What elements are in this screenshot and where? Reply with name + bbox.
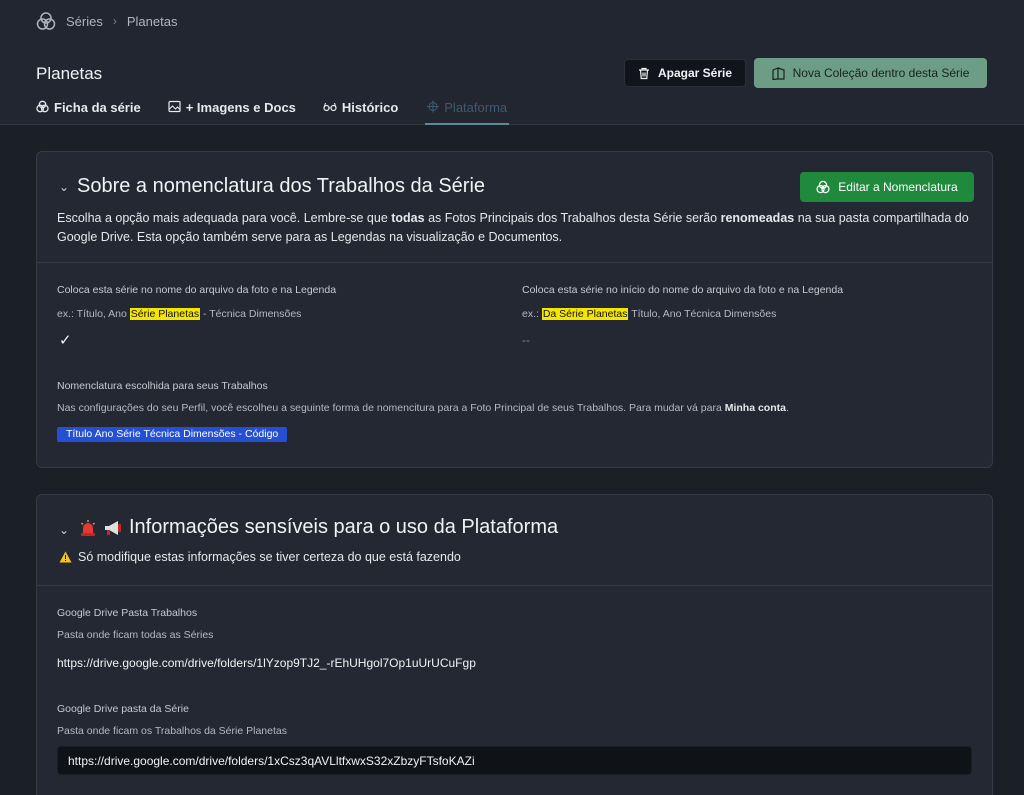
breadcrumb-separator-icon: ›: [112, 14, 117, 28]
page-title: Planetas: [36, 64, 103, 83]
series-logo-icon[interactable]: [36, 11, 56, 31]
tab-images-docs[interactable]: + Imagens e Docs: [168, 100, 296, 125]
collection-icon: [772, 66, 785, 80]
sensitive-card-header: ⌄ Informações sensíveis para o uso da Pl…: [37, 495, 992, 586]
breadcrumb-root-link[interactable]: Séries: [66, 14, 103, 29]
sensitive-info-card: ⌄ Informações sensíveis para o uso da Pl…: [36, 494, 993, 795]
tab-bar: Ficha da série + Imagens e Docs Históric…: [36, 100, 536, 125]
nomenclature-title: Sobre a nomenclatura dos Trabalhos da Sé…: [77, 175, 486, 197]
tab-label: + Imagens e Docs: [185, 100, 296, 115]
drive-series-folder-label: Google Drive pasta da Série: [57, 703, 189, 715]
megaphone-icon: [103, 519, 123, 537]
my-account-link[interactable]: Minha conta: [725, 402, 786, 414]
crosshair-icon: [427, 100, 440, 113]
drive-works-folder-sub: Pasta onde ficam todas as Séries: [57, 629, 214, 641]
option-example: ex.: Título, Ano Série Planetas - Técnic…: [57, 308, 302, 320]
top-header: Séries › Planetas Planetas Apagar Série …: [0, 0, 1024, 125]
warning-icon: [59, 551, 72, 563]
nomenclature-description: Escolha a opção mais adequada para você.…: [57, 211, 969, 244]
chevron-down-icon[interactable]: ⌄: [59, 523, 69, 537]
warning-message: Só modifique estas informações se tiver …: [59, 550, 461, 564]
chosen-nomenclature-description: Nas configurações do seu Perfil, você es…: [57, 402, 789, 414]
image-icon: [168, 100, 181, 113]
chosen-nomenclature-badge: Título Ano Série Técnica Dimensões - Cód…: [57, 427, 288, 442]
option-series-in-name: Coloca esta série no nome do arquivo da …: [57, 284, 336, 320]
edit-nomenclature-button[interactable]: Editar a Nomenclatura: [800, 172, 974, 202]
sensitive-title: Informações sensíveis para o uso da Plat…: [79, 516, 558, 539]
drive-series-folder-sub: Pasta onde ficam os Trabalhos da Série P…: [57, 725, 287, 737]
tab-platform[interactable]: Plataforma: [425, 100, 510, 125]
new-collection-button[interactable]: Nova Coleção dentro desta Série: [754, 58, 987, 88]
trash-icon: [638, 67, 650, 80]
chosen-nomenclature-label: Nomenclatura escolhida para seus Trabalh…: [57, 380, 268, 392]
delete-series-label: Apagar Série: [657, 66, 733, 80]
nomenclature-card-header: ⌄ Sobre a nomenclatura dos Trabalhos da …: [37, 152, 992, 263]
tab-label: Ficha da série: [54, 100, 141, 115]
tab-ficha[interactable]: Ficha da série: [36, 100, 141, 125]
drive-works-folder-label: Google Drive Pasta Trabalhos: [57, 607, 198, 619]
chevron-down-icon[interactable]: ⌄: [59, 180, 69, 194]
delete-series-button[interactable]: Apagar Série: [624, 59, 746, 87]
nomenclature-card: ⌄ Sobre a nomenclatura dos Trabalhos da …: [36, 151, 993, 468]
option-label: Coloca esta série no início do nome do a…: [522, 284, 844, 296]
tab-label: Histórico: [341, 100, 399, 115]
selected-check-icon: ✓: [59, 332, 72, 349]
option-example: ex.: Da Série Planetas Título, Ano Técni…: [522, 308, 777, 320]
breadcrumb: Séries › Planetas: [36, 11, 177, 31]
new-collection-label: Nova Coleção dentro desta Série: [792, 66, 970, 80]
option-label: Coloca esta série no nome do arquivo da …: [57, 284, 337, 296]
drive-works-folder-url: https://drive.google.com/drive/folders/1…: [57, 656, 476, 670]
tab-label: Plataforma: [444, 100, 508, 115]
glasses-icon: [323, 100, 337, 113]
tab-history[interactable]: Histórico: [323, 100, 398, 125]
siren-icon: [79, 519, 97, 537]
series-icon: [816, 180, 830, 194]
edit-nomenclature-label: Editar a Nomenclatura: [838, 180, 958, 194]
option-series-at-start: Coloca esta série no início do nome do a…: [522, 284, 843, 320]
breadcrumb-current: Planetas: [126, 13, 178, 29]
drive-series-folder-input[interactable]: [57, 746, 972, 775]
unselected-dash: --: [522, 333, 530, 347]
series-icon: [36, 100, 49, 113]
